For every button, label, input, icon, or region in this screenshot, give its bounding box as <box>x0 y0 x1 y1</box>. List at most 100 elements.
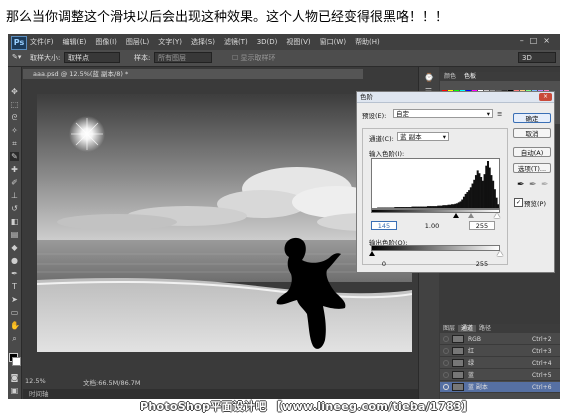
histogram-bar <box>474 175 477 208</box>
channel-row[interactable]: 蓝 副本 Ctrl+6 <box>440 382 560 393</box>
workspace-select[interactable]: 3D <box>518 52 556 63</box>
toolbox: ✥ ⬚ ᘓ ✧ ⌗ ✎ ✚ ✐ ⊥ ↺ ◧ ▤ ◆ ● ✒ T ➤ ▭ ✋ ⌕ … <box>8 67 22 399</box>
path-select-icon[interactable]: ➤ <box>10 295 19 304</box>
menu-item[interactable]: 滤镜(T) <box>224 38 248 46</box>
crop-tool-icon[interactable]: ⌗ <box>10 139 19 148</box>
sample-select[interactable]: 所有图层 <box>154 52 212 63</box>
channel-thumbnail <box>452 371 464 379</box>
output-gradient <box>371 245 500 251</box>
black-eyedropper-icon[interactable]: ✒ <box>517 180 525 190</box>
shape-tool-icon[interactable]: ▭ <box>10 308 19 317</box>
eye-icon[interactable] <box>443 348 449 354</box>
sample-size-select[interactable]: 取样点 <box>64 52 120 63</box>
menu-item[interactable]: 编辑(E) <box>63 38 87 46</box>
show-ring-checkbox[interactable]: ☐ 显示取样环 <box>232 53 276 63</box>
menu-item[interactable]: 选择(S) <box>191 38 215 46</box>
output-black-slider[interactable] <box>369 251 375 256</box>
channel-row[interactable]: 蓝 Ctrl+5 <box>440 370 560 381</box>
channel-thumbnail <box>452 359 464 367</box>
channel-row[interactable]: RGB Ctrl+2 <box>440 334 560 345</box>
history-panel-icon[interactable]: ⌚ <box>424 73 434 82</box>
background-color-swatch[interactable] <box>12 357 21 366</box>
swatch-tab[interactable]: 颜色 <box>440 73 460 80</box>
menu-item[interactable]: 窗口(W) <box>320 38 346 46</box>
channel-thumbnail <box>452 347 464 355</box>
eye-icon[interactable] <box>443 372 449 378</box>
menu-item[interactable]: 文件(F) <box>30 38 54 46</box>
cancel-button[interactable]: 取消 <box>513 128 551 138</box>
gamma-slider[interactable] <box>468 213 474 218</box>
preset-value: 自定 <box>396 110 409 118</box>
eyedropper-tool-icon[interactable]: ✎ <box>10 152 19 161</box>
histogram-bar <box>425 206 428 208</box>
menu-item[interactable]: 文字(Y) <box>158 38 182 46</box>
pen-tool-icon[interactable]: ✒ <box>10 269 19 278</box>
channel-label: 通道(C): <box>369 135 394 143</box>
show-ring-label: 显示取样环 <box>240 54 276 62</box>
eyedropper-tool-icon[interactable]: ✎▾ <box>12 53 21 61</box>
menu-item[interactable]: 图像(I) <box>95 38 117 46</box>
zoom-tool-icon[interactable]: ⌕ <box>10 334 19 343</box>
preset-menu-icon[interactable]: ≡ <box>497 110 502 118</box>
input-black-field[interactable]: 145 <box>371 221 397 230</box>
input-white-field[interactable]: 255 <box>469 221 495 230</box>
gray-eyedropper-icon[interactable]: ✒ <box>529 180 537 190</box>
preview-checkbox[interactable]: ✓ <box>514 198 523 207</box>
channel-thumbnail <box>452 383 464 391</box>
eye-icon[interactable] <box>443 384 449 390</box>
histogram-bar <box>399 207 402 208</box>
dodge-tool-icon[interactable]: ● <box>10 256 19 265</box>
white-point-slider[interactable] <box>494 213 500 218</box>
output-black-field[interactable]: 0 <box>371 259 397 268</box>
menu-item[interactable]: 3D(D) <box>257 38 278 46</box>
swatch-panel-tabs: 颜色 色板 <box>440 72 560 81</box>
output-white-slider[interactable] <box>497 251 503 256</box>
eye-icon[interactable] <box>443 360 449 366</box>
levels-dialog: 色阶 × 预设(E): 自定 ▾ ≡ 通道(C): 蓝 副本 ▾ 输入色阶(I)… <box>356 91 555 273</box>
eye-icon[interactable] <box>443 336 449 342</box>
channels-tab[interactable]: 图层 <box>440 325 458 332</box>
close-icon[interactable]: × <box>539 93 552 101</box>
history-brush-icon[interactable]: ↺ <box>10 204 19 213</box>
stamp-tool-icon[interactable]: ⊥ <box>10 191 19 200</box>
ok-button[interactable]: 确定 <box>513 113 551 123</box>
options-button[interactable]: 选项(T)... <box>513 163 551 173</box>
zoom-level[interactable]: 12.5% <box>25 377 46 385</box>
screen-mode-icon[interactable]: ▣ <box>10 386 19 395</box>
channel-row[interactable]: 红 Ctrl+3 <box>440 346 560 357</box>
auto-button[interactable]: 自动(A) <box>513 147 551 157</box>
brush-tool-icon[interactable]: ✐ <box>10 178 19 187</box>
channels-tab[interactable]: 路径 <box>476 325 494 332</box>
menu-item[interactable]: 图层(L) <box>126 38 149 46</box>
white-eyedropper-icon[interactable]: ✒ <box>541 180 549 190</box>
marquee-tool-icon[interactable]: ⬚ <box>10 100 19 109</box>
healing-brush-icon[interactable]: ✚ <box>10 165 19 174</box>
preview-label: 预览(P) <box>524 200 546 208</box>
window-controls[interactable]: –□× <box>520 36 556 45</box>
channel-select[interactable]: 蓝 副本 ▾ <box>397 132 449 141</box>
input-gamma-field[interactable]: 1.00 <box>419 221 445 230</box>
output-white-field[interactable]: 255 <box>469 259 495 268</box>
eraser-tool-icon[interactable]: ◧ <box>10 217 19 226</box>
type-tool-icon[interactable]: T <box>10 282 19 291</box>
hand-tool-icon[interactable]: ✋ <box>10 321 20 330</box>
channel-row[interactable]: 绿 Ctrl+4 <box>440 358 560 369</box>
quick-mask-icon[interactable]: ◙ <box>10 373 19 382</box>
histogram-bar <box>461 199 464 208</box>
preset-select[interactable]: 自定 ▾ <box>393 109 493 118</box>
document-tab[interactable]: aaa.psd @ 12.5%(蓝 副本/8) * <box>23 69 363 79</box>
menu-item[interactable]: 帮助(H) <box>355 38 380 46</box>
gradient-tool-icon[interactable]: ▤ <box>10 230 19 239</box>
channels-tab[interactable]: 通道 <box>458 325 477 332</box>
move-tool-icon[interactable]: ✥ <box>10 87 19 96</box>
histogram-bar <box>493 189 496 208</box>
swatch-tab[interactable]: 色板 <box>460 73 480 80</box>
quick-select-tool-icon[interactable]: ✧ <box>10 126 19 135</box>
blur-tool-icon[interactable]: ◆ <box>10 243 19 252</box>
menu-item[interactable]: 视图(V) <box>286 38 310 46</box>
histogram-bar <box>462 196 465 208</box>
dialog-title-bar[interactable]: 色阶 × <box>357 92 554 103</box>
black-point-slider[interactable] <box>453 213 459 218</box>
lasso-tool-icon[interactable]: ᘓ <box>10 113 19 122</box>
document-info[interactable]: 文档:66.5M/86.7M <box>83 377 141 387</box>
